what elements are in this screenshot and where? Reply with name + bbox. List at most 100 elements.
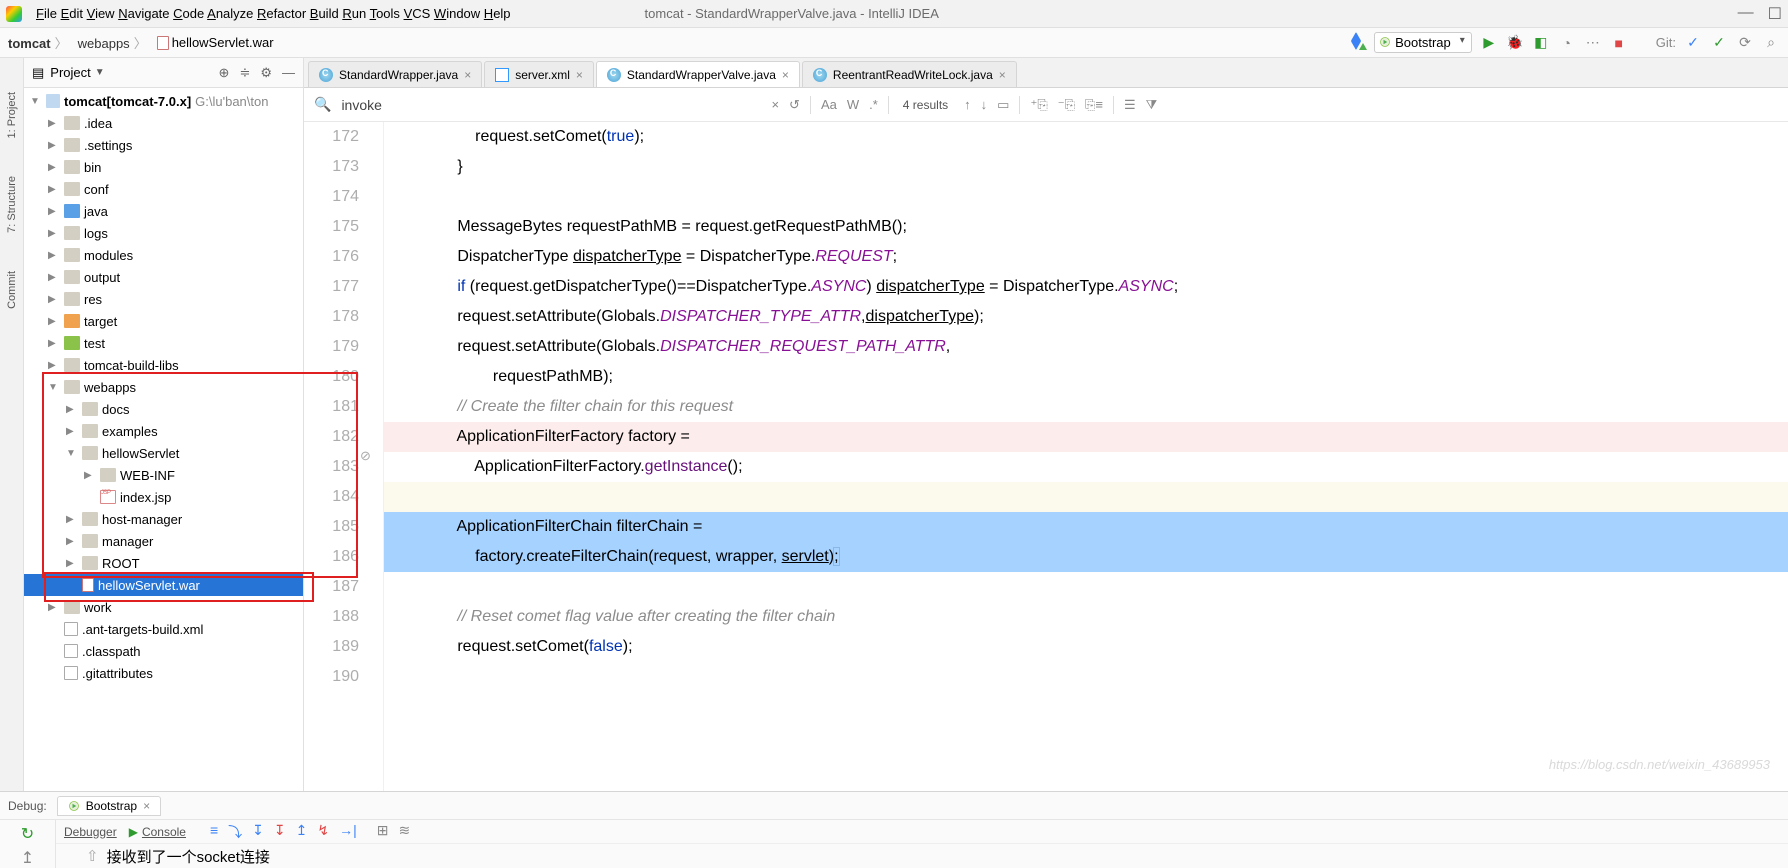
code-line[interactable]: ApplicationFilterFactory factory = — [384, 422, 1788, 452]
match-case-icon[interactable]: Aa — [821, 97, 837, 112]
resume-icon[interactable]: ↥ — [21, 848, 34, 868]
maximize-icon[interactable]: ☐ — [1768, 4, 1782, 24]
git-commit-icon[interactable]: ✓ — [1710, 34, 1728, 51]
line-number[interactable]: 189 — [304, 632, 359, 662]
filter-icon[interactable]: ☰ — [1124, 97, 1136, 113]
breadcrumb-root[interactable]: tomcat〉 — [8, 33, 72, 52]
attach-icon[interactable]: ⋯ — [1584, 34, 1602, 51]
line-number[interactable]: 184 — [304, 482, 359, 512]
toolwin-commit[interactable]: Commit — [4, 267, 20, 313]
regex-icon[interactable]: .* — [869, 97, 878, 112]
code-line[interactable] — [384, 182, 1788, 212]
tree-item[interactable]: ▶modules — [24, 244, 303, 266]
code-line[interactable]: MessageBytes requestPathMB = request.get… — [384, 212, 1788, 242]
code-line[interactable]: request.setAttribute(Globals.DISPATCHER_… — [384, 332, 1788, 362]
profile-icon[interactable]: ◔ — [1558, 35, 1576, 51]
line-number[interactable]: 183 — [304, 452, 359, 482]
evaluate-icon[interactable]: ⊞ — [377, 822, 389, 842]
line-number[interactable]: 190 — [304, 662, 359, 692]
code-line[interactable] — [384, 482, 1788, 512]
close-icon[interactable]: × — [999, 68, 1006, 82]
git-history-icon[interactable]: ⟳ — [1736, 34, 1754, 51]
find-history-icon[interactable]: ↺ — [789, 97, 800, 113]
step-over-icon[interactable]: ⤵ — [228, 822, 242, 842]
menu-analyze[interactable]: Analyze — [207, 6, 253, 21]
line-number[interactable]: 177 — [304, 272, 359, 302]
menu-edit[interactable]: Edit — [61, 6, 83, 21]
tree-item[interactable]: ▶res — [24, 288, 303, 310]
menu-help[interactable]: Help — [484, 6, 511, 21]
coverage-icon[interactable]: ◧ — [1532, 34, 1550, 51]
words-icon[interactable]: W — [847, 97, 859, 112]
toolwin-structure[interactable]: 7: Structure — [4, 172, 20, 237]
force-step-into-icon[interactable]: ↧ — [274, 822, 286, 842]
tree-item[interactable]: ▶work — [24, 596, 303, 618]
next-match-icon[interactable]: ↓ — [981, 97, 988, 112]
code-line[interactable]: factory.createFilterChain(request, wrapp… — [384, 542, 1788, 572]
line-number[interactable]: 186 — [304, 542, 359, 572]
line-number[interactable]: 188 — [304, 602, 359, 632]
tree-item[interactable]: .gitattributes — [24, 662, 303, 684]
tree-item[interactable]: ▶output — [24, 266, 303, 288]
code-line[interactable]: ApplicationFilterFactory.getInstance(); — [384, 452, 1788, 482]
editor-tab[interactable]: StandardWrapper.java× — [308, 61, 482, 87]
line-number[interactable]: 182 — [304, 422, 359, 452]
select-opened-file-icon[interactable]: ⊕ — [219, 65, 230, 81]
menu-window[interactable]: Window — [434, 6, 480, 21]
tree-item[interactable]: ▶.settings — [24, 134, 303, 156]
sidebar-title[interactable]: Project — [50, 65, 90, 80]
search-everywhere-icon[interactable]: ⌕ — [1762, 34, 1780, 51]
tree-item[interactable]: ▶logs — [24, 222, 303, 244]
tree-item[interactable]: ▶java — [24, 200, 303, 222]
debug-session-tab[interactable]: Bootstrap × — [57, 796, 161, 816]
tree-item[interactable]: .classpath — [24, 640, 303, 662]
tree-item[interactable]: ▶.idea — [24, 112, 303, 134]
prev-match-icon[interactable]: ↑ — [964, 97, 971, 112]
tree-item[interactable]: ▶conf — [24, 178, 303, 200]
find-close-icon[interactable]: × — [771, 97, 779, 112]
code-line[interactable]: request.setComet(true); — [384, 122, 1788, 152]
tree-item[interactable]: ▶docs — [24, 398, 303, 420]
menu-tools[interactable]: Tools — [370, 6, 400, 21]
close-icon[interactable]: × — [143, 799, 150, 813]
tree-item[interactable]: .ant-targets-build.xml — [24, 618, 303, 640]
code-line[interactable]: if (request.getDispatcherType()==Dispatc… — [384, 272, 1788, 302]
stop-icon[interactable]: ■ — [1610, 35, 1628, 51]
threads-icon[interactable]: ≡ — [210, 822, 218, 842]
close-icon[interactable]: × — [782, 68, 789, 82]
run-icon[interactable]: ▶ — [1480, 34, 1498, 51]
editor-tab[interactable]: server.xml× — [484, 61, 594, 87]
step-into-icon[interactable]: ↧ — [252, 822, 264, 842]
menu-run[interactable]: Run — [342, 6, 366, 21]
funnel-icon[interactable]: ⧩ — [1146, 97, 1158, 113]
console-tab[interactable]: ▶Console — [129, 825, 186, 839]
code-editor[interactable]: ⊘ 17217317417517617717817918018118218318… — [304, 122, 1788, 791]
code-content[interactable]: request.setComet(true); } MessageBytes r… — [384, 122, 1788, 791]
git-update-icon[interactable]: ✓ — [1684, 34, 1702, 51]
run-config-selector[interactable]: Bootstrap — [1374, 32, 1472, 53]
tree-item[interactable]: ▶test — [24, 332, 303, 354]
line-number[interactable]: 178 — [304, 302, 359, 332]
tree-item[interactable]: ▶examples — [24, 420, 303, 442]
menu-vcs[interactable]: VCS — [404, 6, 431, 21]
tree-root[interactable]: ▼tomcat [tomcat-7.0.x]G:\lu'ban\ton — [24, 90, 303, 112]
select-all-icon[interactable]: ▭ — [997, 97, 1009, 113]
line-number[interactable]: 187 — [304, 572, 359, 602]
line-number[interactable]: 175 — [304, 212, 359, 242]
menu-view[interactable]: View — [87, 6, 115, 21]
line-number[interactable]: 180 — [304, 362, 359, 392]
editor-tab[interactable]: StandardWrapperValve.java× — [596, 61, 800, 87]
find-input[interactable] — [341, 97, 761, 113]
rerun-icon[interactable]: ↻ — [21, 824, 34, 844]
settings-gear-icon[interactable]: ⚙ — [260, 65, 272, 81]
scroll-up-icon[interactable]: ⇧ — [86, 847, 99, 865]
debugger-tab[interactable]: Debugger — [64, 825, 117, 839]
code-line[interactable] — [384, 662, 1788, 692]
close-icon[interactable]: × — [464, 68, 471, 82]
code-line[interactable]: // Reset comet flag value after creating… — [384, 602, 1788, 632]
menu-code[interactable]: Code — [173, 6, 204, 21]
breadcrumb-file[interactable]: hellowServlet.war — [157, 35, 274, 50]
tree-item[interactable]: ▶WEB-INF — [24, 464, 303, 486]
line-number[interactable]: 173 — [304, 152, 359, 182]
line-number[interactable]: 176 — [304, 242, 359, 272]
